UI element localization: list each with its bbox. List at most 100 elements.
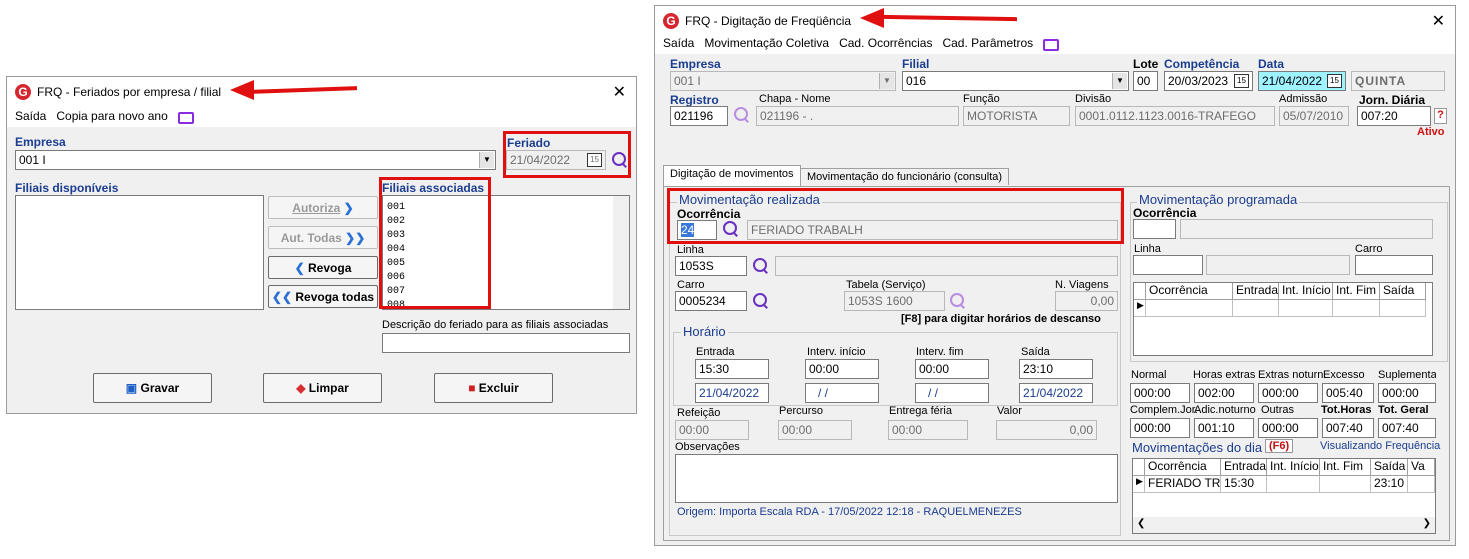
- table-cell[interactable]: [1146, 300, 1233, 317]
- arrow-icon: [230, 80, 254, 100]
- chevron-down-icon[interactable]: ▼: [1112, 73, 1127, 89]
- gravar-button[interactable]: ▣ Gravar: [93, 373, 212, 403]
- prog-ocorrencia-input[interactable]: [1133, 219, 1176, 239]
- saida-input[interactable]: 23:10: [1019, 359, 1093, 379]
- calendar-icon[interactable]: 15: [1234, 74, 1249, 88]
- total-value: 000:00: [1130, 418, 1190, 438]
- grid-header: Ocorrência: [1145, 459, 1221, 476]
- lote-label: Lote: [1133, 57, 1159, 71]
- tab-digitacao[interactable]: Digitação de movimentos: [663, 165, 801, 187]
- search-icon[interactable]: [752, 257, 770, 275]
- total-value: 000:00: [1258, 418, 1318, 438]
- limpar-button[interactable]: ◆ Limpar: [263, 373, 382, 403]
- movdia-grid[interactable]: Ocorrência Entrada Int. Início Int. Fim …: [1132, 458, 1436, 534]
- menu-cad-ocorrencias[interactable]: Cad. Ocorrências: [839, 36, 932, 50]
- search-icon[interactable]: [752, 292, 770, 310]
- total-label: Complem.Jor.: [1130, 404, 1198, 416]
- autoriza-button[interactable]: Autoriza ❯: [268, 196, 378, 219]
- menu-saida[interactable]: Saída: [15, 109, 46, 123]
- horizontal-scrollbar[interactable]: ❮ ❯: [1133, 517, 1435, 533]
- menu-movimentacao-coletiva[interactable]: Movimentação Coletiva: [704, 36, 829, 50]
- close-icon[interactable]: ✕: [613, 82, 626, 102]
- calendar-icon[interactable]: 15: [1327, 74, 1342, 88]
- scrollbar[interactable]: [613, 196, 629, 309]
- revoga-button[interactable]: ❮ Revoga: [268, 256, 378, 279]
- table-cell[interactable]: [1233, 300, 1279, 317]
- grid-header: [1133, 459, 1145, 476]
- monitor-icon[interactable]: [177, 112, 194, 124]
- dia-semana-field: QUINTA: [1351, 71, 1445, 91]
- menu-saida[interactable]: Saída: [663, 36, 694, 50]
- intervfim-input[interactable]: 00:00: [915, 359, 989, 379]
- total-value: 000:00: [1258, 383, 1318, 403]
- total-label: Outras: [1261, 404, 1295, 416]
- total-value: 000:00: [1378, 383, 1436, 403]
- obs-textarea[interactable]: [675, 454, 1118, 503]
- funcao-field: MOTORISTA: [963, 106, 1070, 126]
- grid-header: Entrada: [1221, 459, 1267, 476]
- aut-todas-button[interactable]: Aut. Todas ❯❯: [268, 226, 378, 249]
- menu-copia[interactable]: Copia para novo ano: [56, 109, 167, 123]
- prog-carro-input[interactable]: [1355, 255, 1433, 275]
- intervini-input[interactable]: 00:00: [805, 359, 879, 379]
- feriados-window: G FRQ - Feriados por empresa / filial ✕ …: [6, 76, 637, 414]
- empresa-select[interactable]: 001 I ▼: [15, 150, 496, 170]
- grid-header: Va: [1408, 459, 1435, 476]
- menu-cad-parametros[interactable]: Cad. Parâmetros: [942, 36, 1033, 50]
- data-date-field[interactable]: 21/04/2022 15: [1258, 71, 1346, 91]
- f6-badge[interactable]: (F6): [1265, 439, 1294, 453]
- close-icon[interactable]: ✕: [1432, 11, 1445, 31]
- descricao-input[interactable]: [382, 333, 630, 353]
- filial-label: Filial: [902, 57, 930, 71]
- prog-grid[interactable]: Ocorrência Entrada Int. Início Int. Fim …: [1133, 282, 1433, 356]
- tab-movimentacao-funcionario[interactable]: Movimentação do funcionário (consulta): [800, 168, 1010, 185]
- visualizando-label: Visualizando Frequência: [1320, 440, 1441, 452]
- horario-title: Horário: [681, 324, 728, 339]
- search-icon[interactable]: [949, 292, 967, 310]
- menu-bar: Saída Copia para novo ano: [7, 105, 636, 127]
- table-cell[interactable]: 23:10: [1371, 476, 1408, 493]
- table-cell[interactable]: [1320, 476, 1371, 493]
- grid-header: Saída: [1380, 283, 1426, 300]
- valor-label: Valor: [997, 405, 1022, 417]
- menu-bar: Saída Movimentação Coletiva Cad. Ocorrên…: [655, 32, 1455, 54]
- table-cell[interactable]: 15:30: [1221, 476, 1267, 493]
- entrada-date[interactable]: 21/04/2022: [695, 383, 769, 403]
- empresa-select[interactable]: 001 I ▼: [670, 71, 896, 91]
- prog-linha-input[interactable]: [1133, 255, 1203, 275]
- descricao-label: Descrição do feriado para as filiais ass…: [382, 319, 609, 331]
- monitor-icon[interactable]: [1043, 39, 1060, 51]
- intervfim-date[interactable]: / /: [915, 383, 989, 403]
- chevron-down-icon[interactable]: ▼: [479, 152, 494, 168]
- entrada-input[interactable]: 15:30: [695, 359, 769, 379]
- table-cell[interactable]: [1408, 476, 1435, 493]
- competencia-date-field[interactable]: 20/03/2023 15: [1164, 71, 1253, 91]
- table-cell[interactable]: [1267, 476, 1320, 493]
- frequencia-window: G FRQ - Digitação de Freqüência ✕ Saída …: [654, 5, 1456, 546]
- prog-ocorrencia-desc: [1180, 219, 1433, 239]
- filial-select[interactable]: 016 ▼: [902, 71, 1129, 91]
- row-indicator-icon: ▶: [1133, 476, 1145, 493]
- table-cell[interactable]: [1333, 300, 1380, 317]
- admissao-label: Admissão: [1279, 93, 1328, 105]
- table-cell[interactable]: [1279, 300, 1333, 317]
- intervini-date[interactable]: / /: [805, 383, 879, 403]
- table-cell[interactable]: FERIADO TRA: [1145, 476, 1221, 493]
- lote-input[interactable]: 00: [1133, 71, 1158, 91]
- grid-header: Saída: [1371, 459, 1408, 476]
- divisao-label: Divisão: [1075, 93, 1112, 105]
- search-icon[interactable]: [733, 106, 751, 124]
- carro-input[interactable]: 0005234: [675, 291, 747, 311]
- data-label: Data: [1258, 57, 1285, 71]
- revoga-todas-button[interactable]: ❮❮ Revoga todas: [268, 285, 378, 308]
- table-cell[interactable]: [1380, 300, 1426, 317]
- filiais-disponiveis-label: Filiais disponíveis: [15, 181, 119, 195]
- entrada-label: Entrada: [696, 346, 735, 358]
- linha-input[interactable]: 1053S: [675, 256, 747, 276]
- excluir-button[interactable]: ■ Excluir: [434, 373, 553, 403]
- saida-date[interactable]: 21/04/2022: [1019, 383, 1093, 403]
- competencia-label: Competência: [1164, 57, 1240, 71]
- registro-input[interactable]: 021196: [670, 106, 728, 126]
- filiais-disponiveis-list[interactable]: [15, 195, 264, 310]
- help-icon[interactable]: ?: [1434, 108, 1447, 124]
